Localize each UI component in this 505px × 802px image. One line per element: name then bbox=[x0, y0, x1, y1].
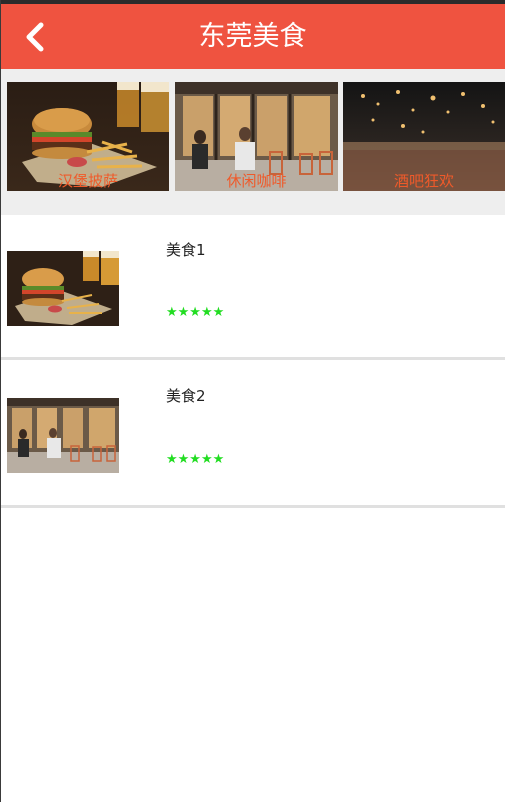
list-item-name: 美食1 bbox=[166, 241, 206, 259]
list-item[interactable]: 美食2 ★★★★★ bbox=[0, 363, 505, 508]
back-chevron-icon bbox=[26, 22, 44, 52]
banner-item-burger[interactable]: 汉堡披萨 bbox=[7, 82, 169, 191]
back-button[interactable] bbox=[18, 18, 52, 56]
burger-photo bbox=[7, 251, 119, 326]
page-title: 东莞美食 bbox=[198, 21, 307, 52]
list-item-thumbnail bbox=[7, 398, 119, 473]
list-item-thumbnail bbox=[7, 251, 119, 326]
banner-carousel[interactable]: 汉堡披萨 休闲咖啡 酒吧狂欢 bbox=[0, 69, 505, 215]
app-header: 东莞美食 bbox=[0, 4, 505, 69]
banner-item-bar[interactable]: 酒吧狂欢 bbox=[343, 82, 505, 191]
banner-caption: 酒吧狂欢 bbox=[393, 172, 454, 190]
rating-stars: ★★★★★ bbox=[166, 452, 225, 467]
banner-caption: 休闲咖啡 bbox=[226, 172, 287, 190]
list-item[interactable]: 美食1 ★★★★★ bbox=[0, 215, 505, 360]
banner-caption: 汉堡披萨 bbox=[57, 172, 118, 190]
banner-item-cafe[interactable]: 休闲咖啡 bbox=[175, 82, 338, 191]
rating-stars: ★★★★★ bbox=[166, 305, 225, 320]
list-item-name: 美食2 bbox=[166, 387, 206, 405]
window-edge bbox=[0, 0, 1, 802]
cafe-photo bbox=[7, 398, 119, 473]
